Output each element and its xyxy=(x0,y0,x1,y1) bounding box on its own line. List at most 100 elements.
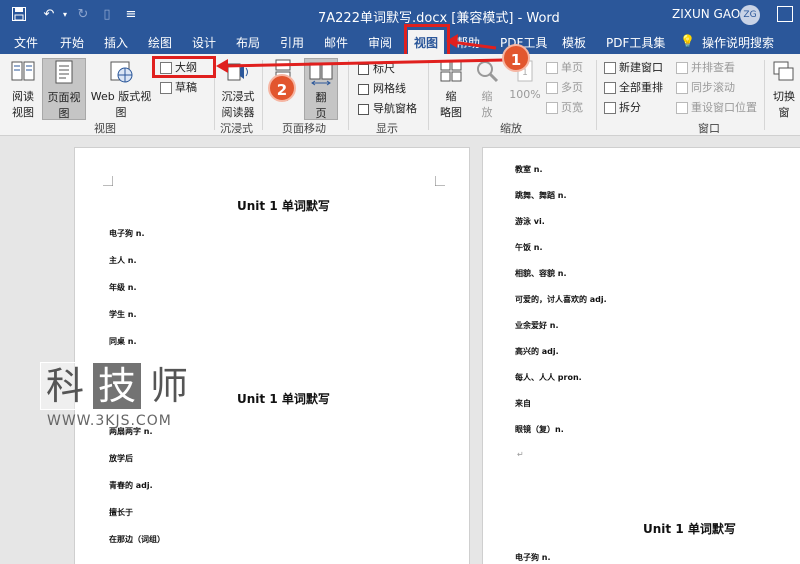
print-layout-icon xyxy=(55,60,73,84)
page-width-icon xyxy=(546,102,558,114)
zoom-button[interactable]: 缩 放 xyxy=(472,58,502,120)
page-width-button[interactable]: 页宽 xyxy=(546,100,583,116)
web-layout-label: Web 版式视图 xyxy=(90,90,152,119)
tab-references[interactable]: 引用 xyxy=(280,34,304,51)
reset-position-button[interactable]: 重设窗口位置 xyxy=(676,100,757,116)
repeat-icon[interactable]: ▯ xyxy=(98,6,116,24)
tab-design[interactable]: 设计 xyxy=(192,34,216,51)
tab-insert[interactable]: 插入 xyxy=(104,34,128,51)
word-item: 午饭 n. xyxy=(515,243,543,252)
tab-mailings[interactable]: 邮件 xyxy=(324,34,348,51)
group-divider xyxy=(596,60,597,130)
sync-scroll-button[interactable]: 同步滚动 xyxy=(676,80,735,96)
immersive-reader-label-2: 阅读器 xyxy=(221,106,255,119)
views-group-label: 视图 xyxy=(94,122,116,135)
nav-pane-check[interactable] xyxy=(358,103,369,115)
crop-mark xyxy=(103,176,113,186)
multiple-pages-icon xyxy=(546,82,558,94)
read-mode-label-1: 阅读 xyxy=(12,90,34,103)
read-mode-icon xyxy=(11,61,35,81)
read-mode-label-2: 视图 xyxy=(12,106,34,119)
crop-mark xyxy=(435,176,445,186)
window-group-label: 窗口 xyxy=(698,122,720,135)
document-page-1[interactable]: Unit 1 单词默写 电子狗 n. 主人 n. 年级 n. 学生 n. 同桌 … xyxy=(74,147,470,564)
tab-layout[interactable]: 布局 xyxy=(236,34,260,51)
tab-templates[interactable]: 模板 xyxy=(562,34,586,51)
immersive-reader-icon xyxy=(227,63,248,81)
side-to-side-button[interactable]: 翻 页 xyxy=(304,58,338,120)
word-item: 同桌 n. xyxy=(109,337,137,346)
avatar[interactable]: ZG xyxy=(740,5,760,25)
draft-icon xyxy=(160,82,172,94)
redo-icon[interactable]: ↻ xyxy=(74,6,92,24)
multiple-pages-label: 多页 xyxy=(561,81,583,94)
thumbnails-label-2: 略图 xyxy=(440,106,462,119)
page-move-group-label: 页面移动 xyxy=(282,122,326,135)
one-page-label: 单页 xyxy=(561,61,583,74)
split-icon xyxy=(604,102,616,114)
thumbnails-icon xyxy=(440,60,462,82)
group-divider xyxy=(348,60,349,130)
web-layout-button[interactable]: Web 版式视图 xyxy=(88,58,154,120)
page-heading: Unit 1 单词默写 xyxy=(237,392,330,406)
side-to-side-icon xyxy=(309,62,333,86)
side-by-side-label: 并排查看 xyxy=(691,61,735,74)
one-page-button[interactable]: 单页 xyxy=(546,60,583,76)
thumbnails-button[interactable]: 缩 略图 xyxy=(434,58,468,120)
word-item: 擅长于 xyxy=(109,508,133,517)
document-page-2[interactable]: 教室 n. 跳舞、舞蹈 n. 游泳 vi. 午饭 n. 相貌、容貌 n. 可爱的… xyxy=(482,147,800,564)
nav-pane-checkbox[interactable]: 导航窗格 xyxy=(358,101,417,117)
print-layout-button[interactable]: 页面视图 xyxy=(42,58,86,120)
tab-home[interactable]: 开始 xyxy=(60,34,84,51)
tab-pdf-toolset[interactable]: PDF工具集 xyxy=(606,34,665,51)
paragraph-mark: ↵ xyxy=(517,450,524,459)
new-window-button[interactable]: 新建窗口 xyxy=(604,60,663,76)
user-name[interactable]: ZIXUN GAO xyxy=(672,7,740,21)
draft-button[interactable]: 草稿 xyxy=(160,80,197,96)
word-item: 放学后 xyxy=(109,454,133,463)
reset-position-icon xyxy=(676,102,688,114)
tab-draw[interactable]: 绘图 xyxy=(148,34,172,51)
word-item: 高兴的 adj. xyxy=(515,347,559,356)
word-item: 在那边（词组） xyxy=(109,535,165,544)
gridlines-check[interactable] xyxy=(358,83,369,95)
word-item: 业余爱好 n. xyxy=(515,321,559,330)
side-by-side-button[interactable]: 并排查看 xyxy=(676,60,735,76)
undo-dropdown-icon[interactable]: ▾ xyxy=(56,6,74,24)
ruler-checkbox[interactable]: 标尺 xyxy=(358,61,395,77)
word-item: 游泳 vi. xyxy=(515,217,545,226)
side-to-side-label-2: 页 xyxy=(315,107,327,120)
ruler-label: 标尺 xyxy=(373,62,395,75)
gridlines-checkbox[interactable]: 网格线 xyxy=(358,81,406,97)
reset-position-label: 重设窗口位置 xyxy=(691,101,757,114)
watermark-char: 技 xyxy=(92,362,142,410)
word-item: 青春的 adj. xyxy=(109,481,153,490)
word-item: 电子狗 n. xyxy=(109,229,145,238)
side-to-side-label-1: 翻 xyxy=(315,91,327,104)
step-badge-2: 2 xyxy=(268,74,296,102)
read-mode-button[interactable]: 阅读 视图 xyxy=(6,58,40,120)
tell-me-search[interactable]: 操作说明搜索 xyxy=(702,34,774,51)
word-item: 眼镜（复）n. xyxy=(515,425,564,434)
tab-review[interactable]: 审阅 xyxy=(368,34,392,51)
ribbon-display-options-icon[interactable] xyxy=(777,6,793,22)
split-button[interactable]: 拆分 xyxy=(604,100,641,116)
multiple-pages-button[interactable]: 多页 xyxy=(546,80,583,96)
lightbulb-icon: 💡 xyxy=(680,34,695,48)
zoom-label-2: 放 xyxy=(481,106,493,119)
tab-file[interactable]: 文件 xyxy=(14,34,38,51)
word-item: 电子狗 n. xyxy=(515,553,551,562)
switch-windows-button[interactable]: 切换窗 xyxy=(768,58,800,120)
ribbon: 阅读 视图 页面视图 Web 版式视图 大纲 草稿 视图 沉浸式 阅读器 沉浸式… xyxy=(0,54,800,136)
arrange-all-button[interactable]: 全部重排 xyxy=(604,80,663,96)
watermark-char: 师 xyxy=(144,362,194,410)
word-item: 主人 n. xyxy=(109,256,137,265)
nav-pane-label: 导航窗格 xyxy=(373,102,417,115)
document-area[interactable]: Unit 1 单词默写 电子狗 n. 主人 n. 年级 n. 学生 n. 同桌 … xyxy=(0,137,800,564)
ruler-check[interactable] xyxy=(358,63,369,75)
tab-help[interactable]: 帮助 xyxy=(456,34,480,51)
immersive-reader-button[interactable]: 沉浸式 阅读器 xyxy=(218,58,258,120)
save-icon[interactable] xyxy=(10,6,28,24)
customize-icon[interactable]: ≡ xyxy=(122,6,140,24)
new-window-label: 新建窗口 xyxy=(619,61,663,74)
